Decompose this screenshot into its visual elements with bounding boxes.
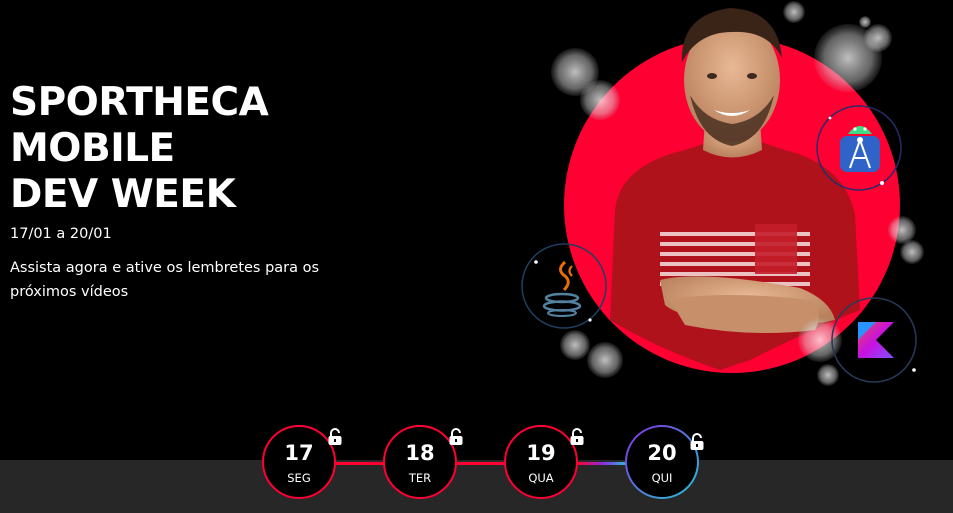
open-lock-icon[interactable] — [327, 428, 343, 446]
day-weekday: TER — [408, 471, 432, 485]
hero-description: Assista agora e ative os lembretes para … — [10, 260, 320, 300]
day-18-button[interactable]: 18 TER — [383, 425, 457, 499]
day-weekday: SEG — [287, 471, 311, 485]
day-number: 19 — [526, 441, 556, 465]
day-weekday: QUI — [651, 471, 673, 485]
kotlin-icon — [831, 297, 917, 383]
day-number: 18 — [405, 441, 435, 465]
day-20-button[interactable]: 20 QUI — [625, 425, 699, 499]
hero-visual — [510, 0, 953, 420]
day-number: 17 — [284, 441, 314, 465]
bottom-bar — [0, 460, 953, 513]
open-lock-icon[interactable] — [569, 428, 585, 446]
event-dates: 17/01 a 20/01 — [10, 226, 112, 242]
open-lock-icon[interactable] — [689, 433, 705, 451]
hero-text: SPORTHECA MOBILE DEV WEEK 17/01 a 20/01 … — [10, 80, 330, 304]
hero-title: SPORTHECA MOBILE DEV WEEK — [10, 80, 269, 217]
hero-illustration — [521, 1, 924, 386]
open-lock-icon[interactable] — [448, 428, 464, 446]
day-17-button[interactable]: 17 SEG — [262, 425, 336, 499]
day-weekday: QUA — [528, 471, 554, 485]
day-number: 20 — [647, 441, 677, 465]
day-19-button[interactable]: 19 QUA — [504, 425, 578, 499]
